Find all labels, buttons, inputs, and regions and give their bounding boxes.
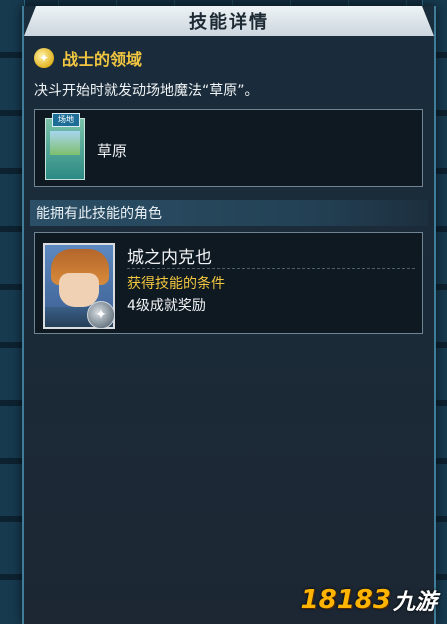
character-entry[interactable]: ✦ 城之内克也 获得技能的条件 4级成就奖励 [34, 232, 423, 334]
skill-star-icon: ✦ [34, 48, 54, 68]
skill-name: 战士的领域 [62, 50, 143, 69]
card-thumbnail[interactable]: 场地 [45, 113, 85, 180]
characters-section-title: 能拥有此技能的角色 [36, 206, 162, 222]
skill-detail-panel: 技能详情 ✦ 战士的领域 决斗开始时就发动场地魔法“草原”。 场地 草原 能拥有… [22, 6, 436, 624]
skill-description: 决斗开始时就发动场地魔法“草原”。 [34, 83, 259, 99]
panel-header: 技能详情 [24, 6, 434, 36]
card-name: 草原 [97, 142, 128, 160]
card-art [50, 131, 80, 155]
panel-title: 技能详情 [189, 12, 269, 33]
skill-title-row: ✦ 战士的领域 [34, 46, 142, 70]
condition-value: 4级成就奖励 [127, 298, 206, 314]
character-name: 城之内克也 [127, 248, 212, 268]
related-card[interactable]: 场地 草原 [34, 109, 423, 187]
character-divider [127, 268, 415, 269]
rank-star-icon: ✦ [87, 301, 115, 329]
watermark-text: 九游 [392, 590, 437, 615]
card-type-tag: 场地 [52, 113, 80, 127]
condition-label: 获得技能的条件 [127, 276, 225, 292]
site-watermark: 18183 九游 [301, 584, 437, 616]
characters-section-header: 能拥有此技能的角色 [30, 200, 428, 226]
watermark-number: 18183 [300, 585, 391, 615]
